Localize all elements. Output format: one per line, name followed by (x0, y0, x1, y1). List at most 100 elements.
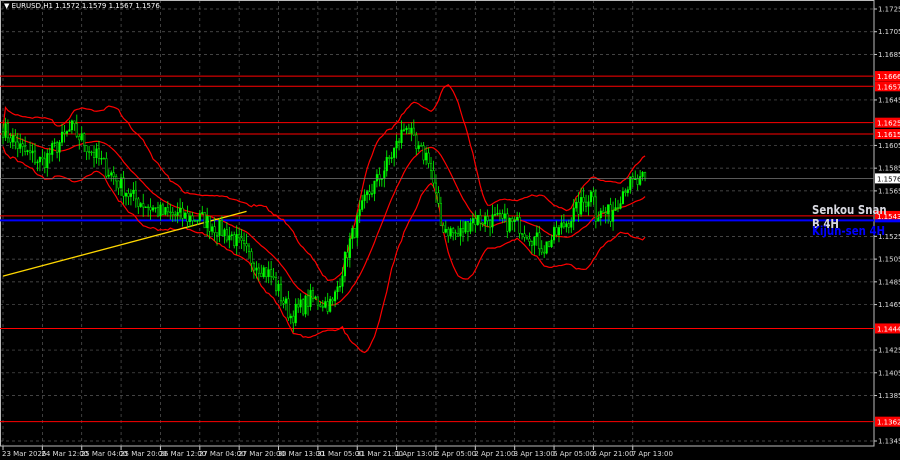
candle (412, 127, 415, 136)
candle (19, 143, 22, 149)
candle (343, 252, 346, 277)
candle (402, 129, 406, 131)
candle (137, 198, 140, 207)
candle (481, 222, 484, 225)
candle (309, 290, 312, 307)
candle (449, 228, 452, 237)
candle (297, 303, 300, 308)
candle (247, 245, 251, 252)
price-chart[interactable]: 1.1725 1.1705 1.1685 1.1645 1.1605 1.1585 1.15… (0, 0, 900, 460)
candle (597, 217, 600, 222)
candle (83, 133, 86, 146)
candle (380, 178, 383, 180)
candle (152, 207, 155, 211)
level-price-label: 1.1666 (877, 73, 900, 81)
candle (211, 226, 214, 232)
candle (599, 210, 602, 219)
candle (528, 238, 531, 242)
candle (329, 298, 332, 312)
candle (523, 233, 526, 238)
candle (169, 211, 172, 213)
candle (85, 145, 88, 152)
candle (439, 202, 442, 226)
candle (102, 158, 105, 160)
candle (112, 172, 115, 177)
candle (115, 176, 118, 182)
candle (353, 228, 356, 238)
candle (432, 170, 435, 184)
candle (594, 196, 597, 222)
candle (203, 212, 206, 229)
candle (117, 180, 120, 189)
candle (429, 163, 433, 171)
candle (275, 277, 278, 292)
candle (223, 229, 226, 237)
candle (388, 157, 391, 159)
candle (120, 177, 123, 189)
candle (356, 215, 359, 238)
y-tick-label: 1.1605 (878, 142, 900, 150)
candle (6, 123, 9, 139)
candle (92, 152, 96, 158)
candle (415, 134, 418, 149)
candle (122, 177, 125, 197)
candle (624, 191, 627, 193)
candle (351, 228, 354, 239)
candle (206, 216, 209, 229)
candle (51, 143, 54, 155)
candle (289, 315, 292, 319)
candle (228, 235, 231, 241)
candle (464, 221, 467, 233)
candle (434, 182, 438, 194)
candle (183, 212, 187, 219)
candle (166, 207, 169, 213)
collapse-arrow-icon[interactable]: ▼ (4, 2, 9, 10)
candle (75, 123, 78, 137)
candle (587, 201, 590, 207)
candle (334, 291, 337, 302)
candle (501, 213, 504, 219)
candle (484, 216, 487, 225)
candle (235, 234, 238, 247)
level-price-label: 1.1615 (877, 131, 900, 139)
candle (636, 178, 639, 185)
candle (459, 228, 462, 237)
candle (442, 225, 445, 233)
candle (100, 158, 103, 160)
candle (584, 201, 588, 207)
candle (425, 152, 428, 161)
candle (427, 152, 430, 164)
candle (616, 207, 620, 209)
candle (9, 137, 12, 143)
x-tick-label: 2 Apr 05:00 (435, 450, 476, 458)
candle (602, 210, 605, 213)
candle (14, 135, 17, 143)
candle (358, 209, 361, 216)
candle (513, 219, 516, 222)
candle (21, 143, 24, 147)
candle (193, 220, 196, 222)
candle (159, 204, 162, 217)
candle (154, 207, 157, 209)
candle (552, 227, 556, 241)
candle (491, 214, 494, 228)
candle (68, 129, 71, 132)
level-price-label: 1.1362 (877, 419, 900, 427)
candle (454, 232, 457, 234)
kijun-sen-label: Kijun-sen 4H (812, 224, 886, 238)
candle (255, 267, 258, 271)
candle (171, 212, 174, 216)
candle (31, 150, 34, 154)
candle (521, 233, 524, 235)
candle (555, 227, 558, 236)
candle (400, 129, 403, 143)
candle (240, 237, 243, 241)
candle (452, 228, 455, 233)
chart-window[interactable]: 1.1725 1.1705 1.1685 1.1645 1.1605 1.1585 1.15… (0, 0, 900, 460)
candle (572, 207, 575, 222)
candle (644, 172, 647, 179)
candle (260, 272, 263, 277)
candle (316, 296, 319, 306)
chart-title: ▼ EURUSD,H1 1.1572 1.1579 1.1567 1.1576 (4, 2, 160, 10)
candle (577, 201, 580, 215)
